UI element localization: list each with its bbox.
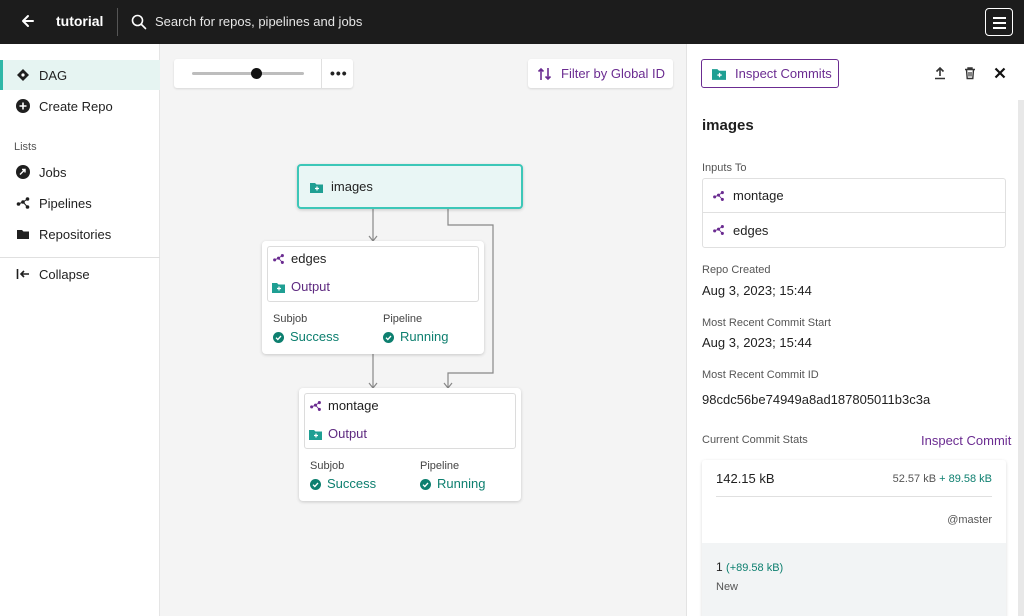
header-divider <box>117 8 118 36</box>
sidebar-item-label: Jobs <box>39 164 67 180</box>
upload-icon[interactable] <box>933 66 947 80</box>
collapse-icon <box>16 267 30 281</box>
status-text: Running <box>437 476 486 491</box>
pipeline-status: Running <box>383 329 448 344</box>
folder-icon <box>712 68 726 80</box>
sidebar-item-repositories[interactable]: Repositories <box>0 219 160 249</box>
repo-created-value: Aug 3, 2023; 15:44 <box>702 283 812 298</box>
sidebar-item-jobs[interactable]: Jobs <box>0 157 160 187</box>
folder-icon <box>16 227 30 241</box>
subjob-status: Success <box>310 476 376 491</box>
pipeline-name: montage <box>328 398 379 413</box>
input-pipeline-name: montage <box>733 188 784 203</box>
stats-divider <box>716 496 992 497</box>
commit-size-delta: 52.57 kB + 89.58 kB <box>893 473 992 485</box>
pipeline-icon <box>16 196 30 210</box>
pipeline-output-repo[interactable]: Output <box>309 426 367 441</box>
list-item[interactable]: edges <box>703 213 1005 247</box>
sidebar-item-create-repo[interactable]: Create Repo <box>0 91 160 121</box>
folder-icon <box>309 428 322 440</box>
output-label: Output <box>291 279 331 294</box>
back-arrow-icon[interactable] <box>18 11 38 31</box>
repo-node-name: images <box>331 179 373 194</box>
check-circle-icon <box>420 478 431 490</box>
delete-trash-icon[interactable] <box>963 66 977 80</box>
top-bar: tutorial Search for repos, pipelines and… <box>0 0 1024 44</box>
inputs-to-label: Inputs To <box>702 162 747 174</box>
pipeline-node-edges[interactable]: edges Output Subjob Pipeline Success Run… <box>262 241 484 354</box>
status-text: Running <box>400 329 449 344</box>
file-count-value: 1 <box>716 560 723 574</box>
sidebar-item-label: DAG <box>39 67 68 83</box>
check-circle-icon <box>273 331 284 343</box>
pipeline-label: Pipeline <box>383 313 423 325</box>
delta-add: + 89.58 kB <box>939 473 992 485</box>
sidebar-item-label: Repositories <box>39 226 112 242</box>
panel-scrollbar[interactable] <box>1018 100 1024 616</box>
status-text: Success <box>327 476 377 491</box>
pipeline-status: Running <box>420 476 485 491</box>
repo-created-label: Repo Created <box>702 264 771 276</box>
file-state: New <box>716 581 739 593</box>
jobs-icon <box>16 165 30 179</box>
commit-stats-card: 142.15 kB 52.57 kB + 89.58 kB @master 1 … <box>702 460 1006 616</box>
sidebar-item-pipelines[interactable]: Pipelines <box>0 188 160 218</box>
recent-commit-start-label: Most Recent Commit Start <box>702 317 831 329</box>
inspect-commit-link[interactable]: Inspect Commit <box>921 433 1011 448</box>
dag-canvas[interactable]: ••• Filter by Global ID images edges Out… <box>160 44 686 616</box>
hamburger-menu-icon[interactable] <box>985 8 1013 36</box>
file-stats: 1 (+89.58 kB) New <box>702 543 1006 616</box>
pipeline-icon <box>309 400 322 412</box>
pipeline-icon <box>712 224 725 236</box>
sidebar: DAG Create Repo Lists Jobs Pipelines Rep… <box>0 44 160 616</box>
output-label: Output <box>328 426 368 441</box>
inputs-to-list: montage edges <box>702 178 1006 248</box>
pipeline-label: Pipeline <box>420 460 460 472</box>
sidebar-item-label: Pipelines <box>39 195 92 211</box>
subjob-label: Subjob <box>310 460 345 472</box>
repo-node-images[interactable]: images <box>297 164 523 209</box>
sidebar-item-label: Create Repo <box>39 98 113 114</box>
pipeline-output-repo[interactable]: Output <box>272 279 330 294</box>
commit-size: 142.15 kB <box>716 471 775 486</box>
search-icon[interactable] <box>130 13 148 31</box>
pipeline-node-montage[interactable]: montage Output Subjob Pipeline Success R… <box>299 388 521 501</box>
folder-icon <box>272 281 285 293</box>
status-text: Success <box>290 329 340 344</box>
folder-icon <box>310 181 323 193</box>
commit-stats-label: Current Commit Stats <box>702 434 808 446</box>
pipeline-node-title: montage <box>309 398 379 413</box>
recent-commit-id-value: 98cdc56be74949a8ad187805011b3c3a <box>702 392 931 407</box>
subjob-label: Subjob <box>273 313 308 325</box>
delta-base: 52.57 kB <box>892 473 937 485</box>
repo-title: images <box>702 117 754 134</box>
recent-commit-id-label: Most Recent Commit ID <box>702 369 819 381</box>
inspect-commits-label: Inspect Commits <box>735 66 832 81</box>
dag-icon <box>16 68 30 82</box>
pipeline-icon <box>712 190 725 202</box>
pipeline-name: edges <box>291 251 327 266</box>
search-input[interactable]: Search for repos, pipelines and jobs <box>155 14 362 29</box>
plus-circle-icon <box>16 99 30 113</box>
repo-details-panel: Inspect Commits images Inputs To montage… <box>686 44 1024 616</box>
input-pipeline-name: edges <box>733 222 769 238</box>
file-delta: (+89.58 kB) <box>726 562 784 574</box>
inspect-commits-button[interactable]: Inspect Commits <box>701 59 839 88</box>
sidebar-item-collapse[interactable]: Collapse <box>0 259 160 289</box>
check-circle-icon <box>310 478 321 490</box>
recent-commit-start-value: Aug 3, 2023; 15:44 <box>702 335 812 350</box>
sidebar-divider <box>0 257 160 258</box>
lists-heading: Lists <box>14 141 37 153</box>
sidebar-item-label: Collapse <box>39 266 90 282</box>
pipeline-node-title: edges <box>272 251 326 266</box>
branch-badge: @master <box>947 514 992 526</box>
file-count: 1 (+89.58 kB) <box>716 560 783 574</box>
subjob-status: Success <box>273 329 339 344</box>
close-icon[interactable] <box>993 66 1007 80</box>
pipeline-icon <box>272 253 285 265</box>
check-circle-icon <box>383 331 394 343</box>
sidebar-item-dag[interactable]: DAG <box>0 60 160 90</box>
list-item[interactable]: montage <box>703 179 1005 213</box>
project-name[interactable]: tutorial <box>56 13 103 29</box>
